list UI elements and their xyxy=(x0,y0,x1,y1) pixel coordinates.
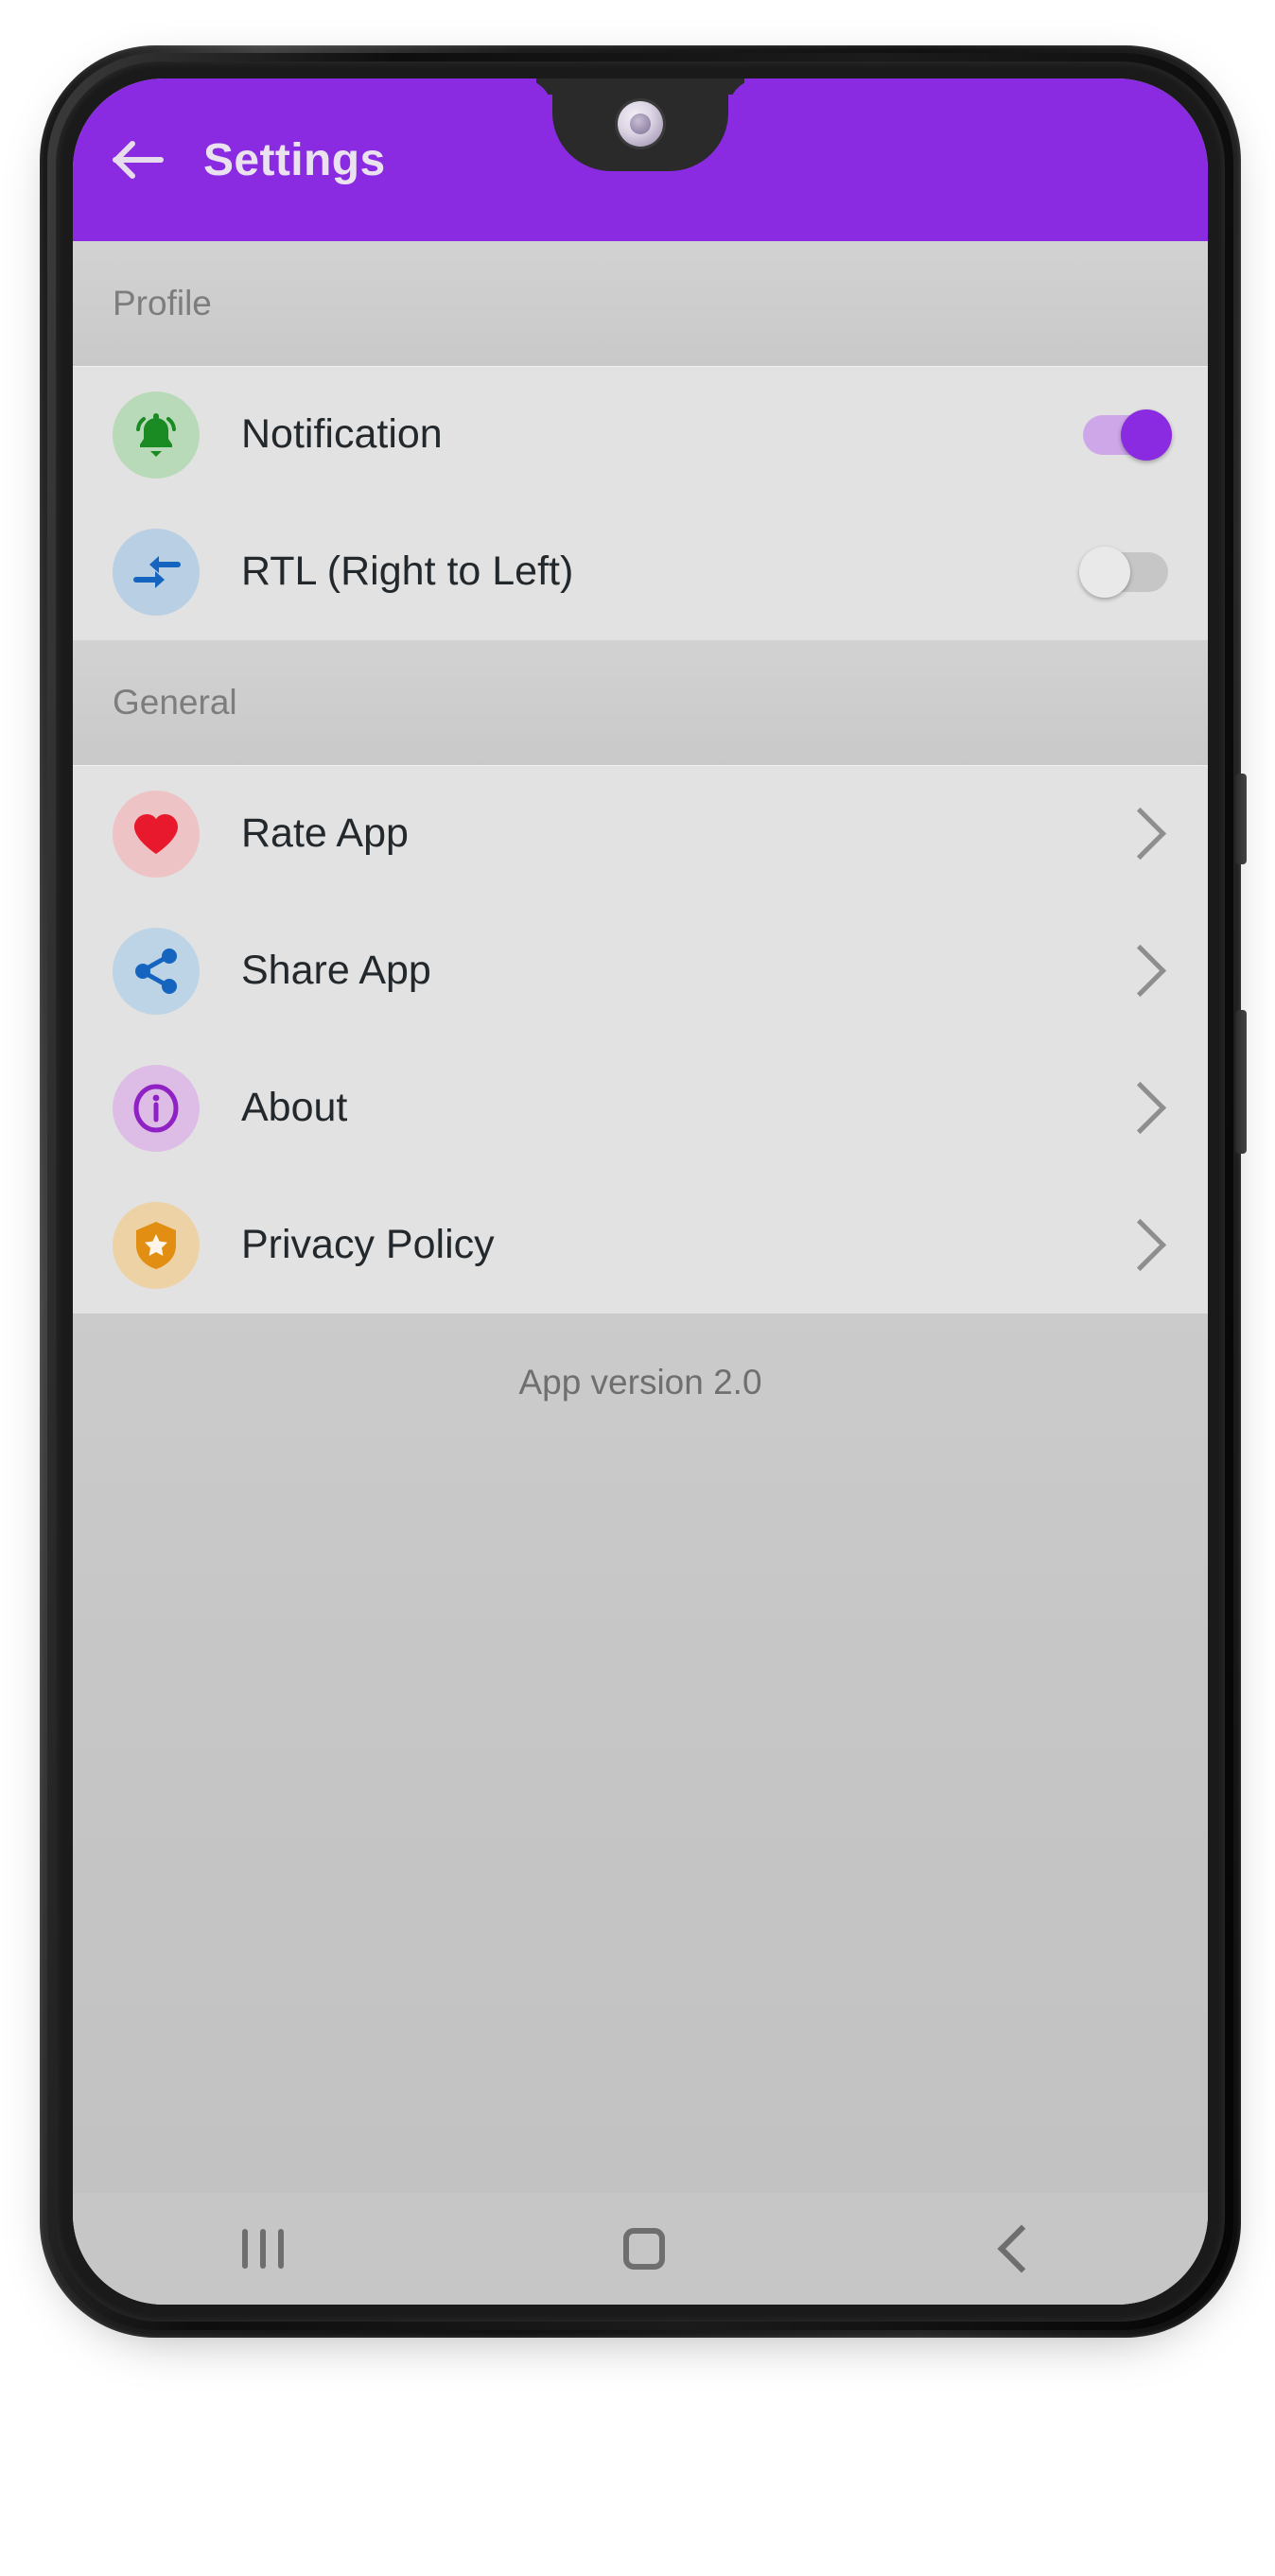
volume-button[interactable] xyxy=(1235,774,1247,864)
settings-row-about[interactable]: About xyxy=(73,1039,1208,1176)
camera-notch xyxy=(552,78,728,171)
phone-device: Settings Profile Notification RTL (Right… xyxy=(40,45,1247,2338)
notification-toggle[interactable] xyxy=(1083,409,1172,461)
bidirectional-arrows-icon xyxy=(133,555,181,588)
toggle-knob xyxy=(1079,546,1130,598)
share-icon-background xyxy=(113,927,200,1015)
app-version-label: App version 2.0 xyxy=(518,1363,762,1401)
info-icon-background xyxy=(113,1064,200,1152)
home-icon[interactable] xyxy=(622,2228,665,2270)
toggle-knob xyxy=(1121,409,1172,461)
settings-row-rate-app[interactable]: Rate App xyxy=(73,765,1208,902)
camera-lens xyxy=(630,113,651,134)
rtl-toggle[interactable] xyxy=(1079,546,1168,598)
bell-icon xyxy=(136,412,176,457)
power-button[interactable] xyxy=(1235,1010,1247,1154)
settings-row-label: RTL (Right to Left) xyxy=(241,548,574,594)
settings-row-rtl[interactable]: RTL (Right to Left) xyxy=(73,503,1208,640)
chevron-right-icon xyxy=(1113,1081,1167,1135)
settings-row-share-app[interactable]: Share App xyxy=(73,902,1208,1039)
app-screen-content: Settings Profile Notification RTL (Right… xyxy=(73,78,1208,2305)
settings-row-notification[interactable]: Notification xyxy=(73,366,1208,503)
settings-row-label: Privacy Policy xyxy=(241,1222,495,1267)
version-area: App version 2.0 xyxy=(73,1314,1208,2193)
section-header-profile: Profile xyxy=(73,241,1208,366)
share-icon xyxy=(135,948,177,994)
bidirectional-arrows-icon-background xyxy=(113,528,200,616)
back-chevron-icon[interactable] xyxy=(997,2224,1046,2273)
chevron-right-icon xyxy=(1113,944,1167,998)
settings-row-privacy-policy[interactable]: Privacy Policy xyxy=(73,1176,1208,1314)
settings-row-label: Notification xyxy=(241,411,443,457)
heart-icon xyxy=(134,813,178,854)
settings-list: Profile Notification RTL (Right to Left)… xyxy=(73,241,1208,2305)
chevron-right-icon xyxy=(1113,1218,1167,1272)
shield-star-icon xyxy=(136,1221,176,1269)
shield-star-icon-background xyxy=(113,1201,200,1289)
heart-icon-background xyxy=(113,790,200,878)
chevron-right-icon xyxy=(1113,807,1167,861)
settings-row-label: Share App xyxy=(241,948,431,993)
system-navigation-bar xyxy=(73,2193,1208,2305)
recents-icon[interactable] xyxy=(242,2229,285,2269)
settings-row-label: About xyxy=(241,1085,348,1130)
page-title: Settings xyxy=(203,134,386,185)
settings-row-label: Rate App xyxy=(241,810,409,856)
profile-card: Notification RTL (Right to Left) xyxy=(73,366,1208,640)
section-header-general: General xyxy=(73,640,1208,765)
bell-icon-background xyxy=(113,391,200,479)
phone-screen: Settings Profile Notification RTL (Right… xyxy=(73,78,1208,2305)
general-card: Rate App Share App About Privacy Policy xyxy=(73,765,1208,1314)
info-icon xyxy=(133,1084,179,1132)
front-camera-icon xyxy=(618,101,663,147)
arrow-left-icon[interactable] xyxy=(111,132,166,187)
